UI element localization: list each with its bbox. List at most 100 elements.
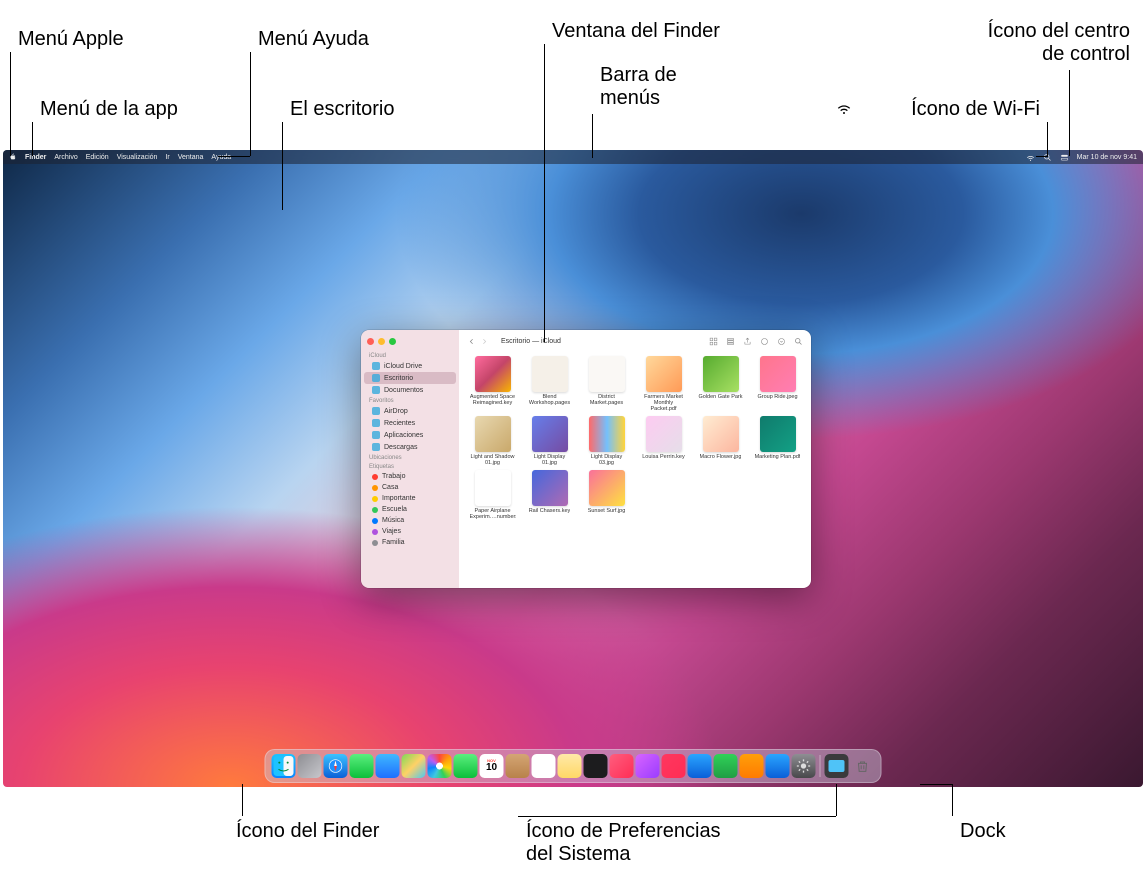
file-item[interactable]: Sunset Surf.jpg bbox=[581, 470, 632, 520]
dock-systemprefs-icon[interactable] bbox=[792, 754, 816, 778]
file-item[interactable]: Augmented Space Reimagined.key bbox=[467, 356, 518, 412]
dock-appstore-icon[interactable] bbox=[766, 754, 790, 778]
file-thumbnail bbox=[589, 356, 625, 392]
dock-pages-icon[interactable] bbox=[740, 754, 764, 778]
dock-maps-icon[interactable] bbox=[402, 754, 426, 778]
file-thumbnail bbox=[703, 416, 739, 452]
sidebar-item-label: Familia bbox=[382, 539, 405, 546]
dock-downloads-icon[interactable] bbox=[825, 754, 849, 778]
dock: NOV10 bbox=[265, 749, 882, 783]
sidebar-item[interactable]: Trabajo bbox=[364, 471, 456, 482]
file-item[interactable]: Marketing Plan.pdf bbox=[752, 416, 803, 466]
zoom-button[interactable] bbox=[389, 338, 396, 345]
sidebar-item[interactable]: Aplicaciones bbox=[364, 429, 456, 441]
dock-mail-icon[interactable] bbox=[376, 754, 400, 778]
airdrop-icon bbox=[372, 407, 380, 415]
dock-trash-icon[interactable] bbox=[851, 754, 875, 778]
sidebar-item[interactable]: Viajes bbox=[364, 526, 456, 537]
wifi-status-icon[interactable] bbox=[1026, 153, 1035, 162]
desktop-icon bbox=[372, 374, 380, 382]
group-button[interactable] bbox=[726, 337, 735, 346]
tag-button[interactable] bbox=[760, 337, 769, 346]
callout-desktop: El escritorio bbox=[290, 98, 394, 121]
menu-ventana[interactable]: Ventana bbox=[178, 154, 204, 161]
sidebar-item[interactable]: Familia bbox=[364, 537, 456, 548]
file-item[interactable]: Light and Shadow 01.jpg bbox=[467, 416, 518, 466]
file-item[interactable]: Golden Gate Park bbox=[695, 356, 746, 412]
file-item[interactable]: Group Ride.jpeg bbox=[752, 356, 803, 412]
dock-launchpad-icon[interactable] bbox=[298, 754, 322, 778]
dock-news-icon[interactable] bbox=[662, 754, 686, 778]
dock-messages-icon[interactable] bbox=[350, 754, 374, 778]
share-button[interactable] bbox=[743, 337, 752, 346]
sidebar-item[interactable]: Escritorio bbox=[364, 372, 456, 384]
file-name: Sunset Surf.jpg bbox=[588, 508, 626, 514]
file-item[interactable]: Rail Chasers.key bbox=[524, 470, 575, 520]
dock-contacts-icon[interactable] bbox=[506, 754, 530, 778]
apple-menu-icon[interactable] bbox=[9, 153, 17, 161]
sidebar-item[interactable]: Escuela bbox=[364, 504, 456, 515]
finder-window[interactable]: iCloudiCloud DriveEscritorioDocumentos Fa… bbox=[361, 330, 811, 588]
file-item[interactable]: Blend Workshop.pages bbox=[524, 356, 575, 412]
dock-notes-icon[interactable] bbox=[558, 754, 582, 778]
dock-tv-icon[interactable] bbox=[584, 754, 608, 778]
file-item[interactable]: Light Display 03.jpg bbox=[581, 416, 632, 466]
file-thumbnail bbox=[760, 356, 796, 392]
file-item[interactable]: Macro Flower.jpg bbox=[695, 416, 746, 466]
dock-finder-icon[interactable] bbox=[272, 754, 296, 778]
search-status-icon[interactable] bbox=[1043, 153, 1052, 162]
dock-reminders-icon[interactable] bbox=[532, 754, 556, 778]
sidebar-item[interactable]: Descargas bbox=[364, 441, 456, 453]
dock-podcasts-icon[interactable] bbox=[636, 754, 660, 778]
dock-keynote-icon[interactable] bbox=[688, 754, 712, 778]
menu-archivo[interactable]: Archivo bbox=[54, 154, 77, 161]
view-icon-button[interactable] bbox=[709, 337, 718, 346]
minimize-button[interactable] bbox=[378, 338, 385, 345]
menu-visualizacion[interactable]: Visualización bbox=[117, 154, 158, 161]
file-item[interactable]: Light Display 01.jpg bbox=[524, 416, 575, 466]
app-menu[interactable]: Finder bbox=[25, 154, 46, 161]
file-name: Paper Airplane Experim….numbers bbox=[470, 508, 516, 520]
forward-button[interactable] bbox=[480, 337, 489, 346]
control-center-icon[interactable] bbox=[1060, 153, 1069, 162]
sidebar-item[interactable]: Casa bbox=[364, 482, 456, 493]
dock-numbers-icon[interactable] bbox=[714, 754, 738, 778]
file-name: District Market.pages bbox=[584, 394, 630, 406]
menubar-datetime[interactable]: Mar 10 de nov 9:41 bbox=[1077, 154, 1137, 161]
file-item[interactable]: Paper Airplane Experim….numbers bbox=[467, 470, 518, 520]
file-item[interactable]: District Market.pages bbox=[581, 356, 632, 412]
close-button[interactable] bbox=[367, 338, 374, 345]
sidebar-section-header: iCloud bbox=[361, 351, 459, 360]
sidebar-item-label: Descargas bbox=[384, 444, 417, 451]
dock-photos-icon[interactable] bbox=[428, 754, 452, 778]
menu-ir[interactable]: Ir bbox=[165, 154, 169, 161]
search-button[interactable] bbox=[794, 337, 803, 346]
dock-music-icon[interactable] bbox=[610, 754, 634, 778]
menu-ayuda[interactable]: Ayuda bbox=[211, 154, 231, 161]
sidebar-item[interactable]: Música bbox=[364, 515, 456, 526]
dock-calendar-icon[interactable]: NOV10 bbox=[480, 754, 504, 778]
dock-safari-icon[interactable] bbox=[324, 754, 348, 778]
sidebar-item[interactable]: Recientes bbox=[364, 417, 456, 429]
action-button[interactable] bbox=[777, 337, 786, 346]
file-name: Rail Chasers.key bbox=[529, 508, 571, 514]
menubar: Finder Archivo Edición Visualización Ir … bbox=[3, 150, 1143, 164]
sidebar-item[interactable]: iCloud Drive bbox=[364, 360, 456, 372]
sidebar-item[interactable]: AirDrop bbox=[364, 405, 456, 417]
sidebar-item[interactable]: Importante bbox=[364, 493, 456, 504]
dock-facetime-icon[interactable] bbox=[454, 754, 478, 778]
tag-dot-icon bbox=[372, 474, 378, 480]
sidebar-item[interactable]: Documentos bbox=[364, 384, 456, 396]
back-button[interactable] bbox=[467, 337, 476, 346]
file-name: Golden Gate Park bbox=[698, 394, 742, 400]
callout-sysprefs: Ícono de Preferencias del Sistema bbox=[526, 820, 721, 866]
menu-edicion[interactable]: Edición bbox=[86, 154, 109, 161]
tag-dot-icon bbox=[372, 496, 378, 502]
file-item[interactable]: Farmers Market Monthly Packet.pdf bbox=[638, 356, 689, 412]
file-item[interactable]: Louisa Perrin.key bbox=[638, 416, 689, 466]
sidebar-item-label: Viajes bbox=[382, 528, 401, 535]
file-thumbnail bbox=[589, 470, 625, 506]
desktop[interactable]: Finder Archivo Edición Visualización Ir … bbox=[3, 150, 1143, 787]
finder-file-grid[interactable]: Augmented Space Reimagined.keyBlend Work… bbox=[459, 352, 811, 588]
tag-dot-icon bbox=[372, 485, 378, 491]
